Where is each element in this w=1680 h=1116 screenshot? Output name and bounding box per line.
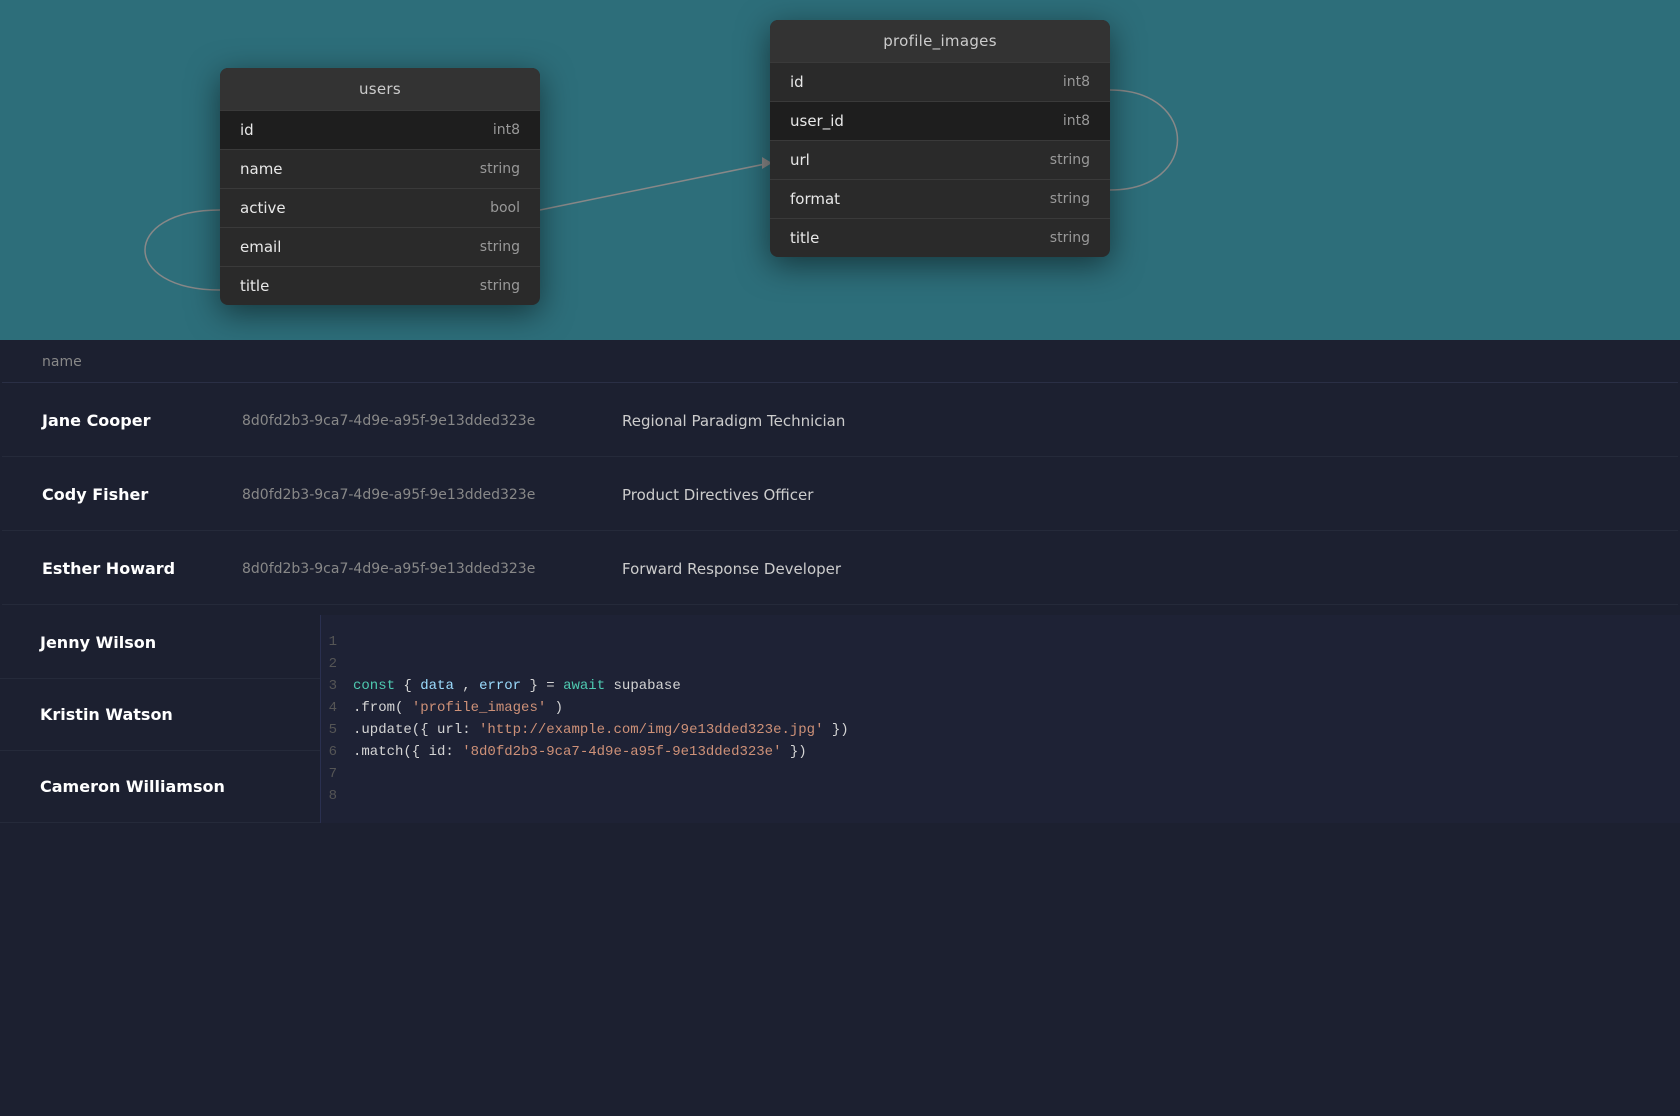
row-name: Jane Cooper [42,411,242,430]
code-line-7: 7 [321,763,1680,785]
table-row: Jane Cooper 8d0fd2b3-9ca7-4d9e-a95f-9e13… [2,385,1678,457]
row-name: Esther Howard [42,559,242,578]
col-name-header: name [42,354,242,370]
users-field-name: name string [220,149,540,188]
table-header: name [2,342,1678,383]
table-users: users id int8 name string active bool em… [220,68,540,305]
profile-field-id: id int8 [770,62,1110,101]
code-line-2: 2 [321,653,1680,675]
profile-field-user-id: user_id int8 [770,101,1110,140]
table-row: Esther Howard 8d0fd2b3-9ca7-4d9e-a95f-9e… [2,533,1678,605]
users-field-title: title string [220,266,540,305]
code-line-1: 1 [321,631,1680,653]
users-field-email: email string [220,227,540,266]
data-section: name Jane Cooper 8d0fd2b3-9ca7-4d9e-a95f… [0,340,1680,1116]
code-line-5: 5 .update({ url: 'http://example.com/img… [321,719,1680,741]
profile-field-format: format string [770,179,1110,218]
row-name: Jenny Wilson [40,633,240,652]
users-field-id: id int8 [220,110,540,149]
profile-field-title: title string [770,218,1110,257]
profile-field-url: url string [770,140,1110,179]
row-title: Regional Paradigm Technician [622,412,845,430]
diagram-area: users id int8 name string active bool em… [0,0,1680,390]
row-name: Kristin Watson [40,705,240,724]
code-rows-area: Jenny Wilson Kristin Watson Cameron Will… [0,607,1680,823]
row-title: Product Directives Officer [622,486,813,504]
row-id: 8d0fd2b3-9ca7-4d9e-a95f-9e13dded323e [242,487,622,503]
code-line-3: 3 const { data , error } = await supabas… [321,675,1680,697]
row-id: 8d0fd2b3-9ca7-4d9e-a95f-9e13dded323e [242,413,622,429]
users-field-active: active bool [220,188,540,227]
table-profile-images: profile_images id int8 user_id int8 url … [770,20,1110,257]
table-row: Cody Fisher 8d0fd2b3-9ca7-4d9e-a95f-9e13… [2,459,1678,531]
row-id: 8d0fd2b3-9ca7-4d9e-a95f-9e13dded323e [242,561,622,577]
code-line-6: 6 .match({ id: '8d0fd2b3-9ca7-4d9e-a95f-… [321,741,1680,763]
row-title: Forward Response Developer [622,560,841,578]
row-name: Cody Fisher [42,485,242,504]
row-name: Cameron Williamson [40,777,240,796]
profile-images-table-title: profile_images [770,20,1110,62]
code-overlay: 1 2 3 const { data , error } = await sup… [320,615,1680,823]
code-line-8: 8 [321,785,1680,807]
users-table-title: users [220,68,540,110]
data-table: name Jane Cooper 8d0fd2b3-9ca7-4d9e-a95f… [0,340,1680,607]
code-line-4: 4 .from( 'profile_images' ) [321,697,1680,719]
